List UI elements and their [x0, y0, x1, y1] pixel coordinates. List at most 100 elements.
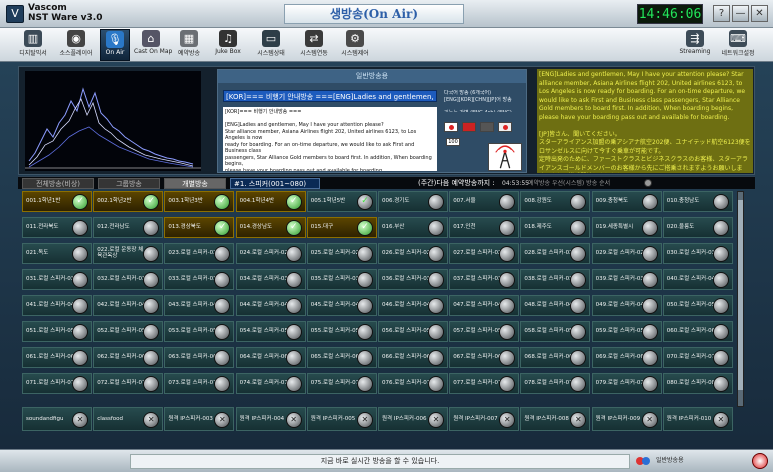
speaker-knob-icon[interactable] — [428, 376, 444, 392]
remote-speaker-cell[interactable]: 원격 IP스피커-005 ✕ — [306, 407, 377, 431]
speaker-cell[interactable]: 058.로컬 스피커-058 — [520, 321, 591, 342]
tool-juke-box[interactable]: ♫ Juke Box — [212, 29, 244, 61]
speaker-knob-icon[interactable] — [72, 324, 88, 340]
muted-speaker-icon[interactable]: ✕ — [356, 412, 373, 428]
speaker-cell[interactable]: 073.로컬 스피커-073 — [164, 373, 235, 394]
speaker-knob-icon[interactable] — [72, 298, 88, 314]
speaker-knob-icon[interactable] — [499, 350, 516, 366]
tab-individual-broadcast[interactable]: 개별방송 — [164, 178, 226, 189]
remote-speaker-cell[interactable]: 원격 IP스피커-006 ✕ — [378, 407, 448, 431]
speaker-cell[interactable]: 062.로컬 스피커-062 — [93, 347, 164, 368]
speaker-cell[interactable]: 056.로컬 스피커-056 — [378, 321, 448, 342]
speaker-knob-icon[interactable] — [356, 350, 373, 366]
speaker-cell[interactable]: 064.로컬 스피커-064 — [235, 347, 306, 368]
speaker-cell[interactable]: 053.로컬 스피커-053 — [164, 321, 235, 342]
speaker-cell[interactable]: 066.로컬 스피커-066 — [378, 347, 448, 368]
speaker-cell[interactable]: 034.로컬 스피커-034 — [235, 269, 306, 290]
speaker-cell[interactable]: 032.로컬 스피커-032 — [93, 269, 164, 290]
speaker-cell[interactable]: 025.로컬 스피커-025 — [306, 243, 377, 264]
speaker-cell[interactable]: 048.로컬 스피커-048 — [520, 295, 591, 316]
speaker-cell[interactable]: 007.서울 — [449, 191, 520, 212]
speaker-cell[interactable]: 051.로컬 스피커-051 — [22, 321, 92, 342]
speaker-cell[interactable]: 055.로컬 스피커-055 — [306, 321, 377, 342]
speaker-cell[interactable]: 005.1학년5반 ✓ — [306, 191, 377, 212]
speaker-cell[interactable]: 074.로컬 스피커-074 — [235, 373, 306, 394]
speaker-knob-icon[interactable] — [499, 376, 516, 392]
speaker-cell[interactable]: 015.대구 ✓ — [306, 217, 377, 238]
speaker-cell[interactable]: 040.로컬 스피커-040 — [662, 269, 733, 290]
speaker-knob-icon[interactable] — [428, 298, 444, 314]
speaker-cell[interactable]: 012.전라남도 — [93, 217, 164, 238]
tab-group-broadcast[interactable]: 그룹방송 — [98, 178, 160, 189]
speaker-knob-icon[interactable] — [214, 324, 231, 340]
tab-all-broadcast[interactable]: 전체방송(비상) — [22, 178, 94, 189]
speaker-cell[interactable]: 013.경상북도 ✓ — [164, 217, 235, 238]
speaker-cell[interactable]: 077.로컬 스피커-077 — [449, 373, 520, 394]
china-flag-icon[interactable] — [462, 122, 476, 132]
muted-speaker-icon[interactable]: ✕ — [499, 412, 516, 428]
speaker-knob-icon[interactable] — [570, 194, 587, 210]
muted-speaker-icon[interactable]: ✕ — [428, 412, 444, 428]
speaker-knob-icon[interactable] — [214, 350, 231, 366]
speaker-knob-icon[interactable] — [641, 350, 658, 366]
speaker-cell[interactable]: 045.로컬 스피커-045 — [306, 295, 377, 316]
speaker-cell[interactable]: 060.로컬 스피커-060 — [662, 321, 733, 342]
speaker-knob-icon[interactable] — [428, 220, 444, 236]
speaker-cell[interactable]: 019.세종특별시 — [591, 217, 662, 238]
speaker-knob-icon[interactable] — [214, 298, 231, 314]
speaker-cell[interactable]: 046.로컬 스피커-046 — [378, 295, 448, 316]
muted-speaker-icon[interactable]: ✕ — [641, 412, 658, 428]
speaker-cell[interactable]: 030.로컬 스피커-030 — [662, 243, 733, 264]
speaker-cell[interactable]: 028.로컬 스피커-028 — [520, 243, 591, 264]
speaker-knob-icon[interactable] — [143, 220, 160, 236]
speaker-cell[interactable]: 057.로컬 스피커-057 — [449, 321, 520, 342]
speaker-knob-icon[interactable] — [641, 194, 658, 210]
speaker-knob-icon[interactable] — [356, 298, 373, 314]
speaker-cell[interactable]: 035.로컬 스피커-035 — [306, 269, 377, 290]
remote-speaker-cell[interactable]: classfood ✕ — [93, 407, 164, 431]
speaker-cell[interactable]: 037.로컬 스피커-037 — [449, 269, 520, 290]
speaker-knob-icon[interactable] — [72, 350, 88, 366]
speaker-knob-icon[interactable] — [570, 272, 587, 288]
speaker-knob-icon[interactable] — [356, 324, 373, 340]
tool-system-link[interactable]: ⇄ 시스템연동 — [295, 29, 333, 61]
speaker-knob-icon[interactable] — [143, 350, 160, 366]
message-textarea[interactable]: [KOR]=== 비행기 안내방송 === [ENG]Ladies and ge… — [223, 107, 437, 171]
speaker-cell[interactable]: 031.로컬 스피커-031 — [22, 269, 92, 290]
speaker-cell[interactable]: 006.경기도 — [378, 191, 448, 212]
speaker-cell[interactable]: 003.1학년3반 ✓ — [164, 191, 235, 212]
japan-flag-icon[interactable] — [498, 122, 512, 132]
speaker-cell[interactable]: 044.로컬 스피커-044 — [235, 295, 306, 316]
speaker-knob-icon[interactable] — [285, 350, 302, 366]
speaker-cell[interactable]: 070.로컬 스피커-070 — [662, 347, 733, 368]
remote-speaker-cell[interactable]: 원격 IP스피커-004 ✕ — [235, 407, 306, 431]
scroll-thumb[interactable] — [738, 200, 743, 390]
speaker-cell[interactable]: 072.로컬 스피커-072 — [93, 373, 164, 394]
speaker-knob-icon[interactable] — [356, 272, 373, 288]
message-select[interactable]: [KOR]=== 비행기 안내방송 ===[ENG]Ladies and gen… — [223, 90, 437, 102]
speaker-cell[interactable]: 042.로컬 스피커-042 — [93, 295, 164, 316]
speaker-cell[interactable]: 033.로컬 스피커-033 — [164, 269, 235, 290]
speaker-cell[interactable]: 011.전라북도 — [22, 217, 92, 238]
help-button[interactable]: ? — [713, 5, 730, 22]
speaker-knob-icon[interactable] — [143, 298, 160, 314]
speaker-cell[interactable]: 065.로컬 스피커-065 — [306, 347, 377, 368]
speaker-knob-icon[interactable] — [285, 246, 302, 262]
speaker-cell[interactable]: 018.제주도 — [520, 217, 591, 238]
speaker-knob-icon[interactable] — [499, 220, 516, 236]
speaker-knob-icon[interactable] — [499, 298, 516, 314]
speaker-knob-icon[interactable] — [570, 220, 587, 236]
speaker-cell[interactable]: 075.로컬 스피커-075 — [306, 373, 377, 394]
korea-flag-icon[interactable] — [444, 122, 458, 132]
speaker-cell[interactable]: 078.로컬 스피커-078 — [520, 373, 591, 394]
speaker-knob-icon[interactable] — [641, 376, 658, 392]
speaker-cell[interactable]: 036.로컬 스피커-036 — [378, 269, 448, 290]
speaker-knob-icon[interactable] — [712, 272, 729, 288]
speaker-knob-icon[interactable] — [570, 350, 587, 366]
speaker-cell[interactable]: 076.로컬 스피커-076 — [378, 373, 448, 394]
speaker-cell[interactable]: 027.로컬 스피커-027 — [449, 243, 520, 264]
speaker-cell[interactable]: 009.충청북도 — [591, 191, 662, 212]
speaker-knob-icon[interactable] — [499, 194, 516, 210]
speaker-cell[interactable]: 020.울릉도 — [662, 217, 733, 238]
speaker-cell[interactable]: 050.로컬 스피커-050 — [662, 295, 733, 316]
